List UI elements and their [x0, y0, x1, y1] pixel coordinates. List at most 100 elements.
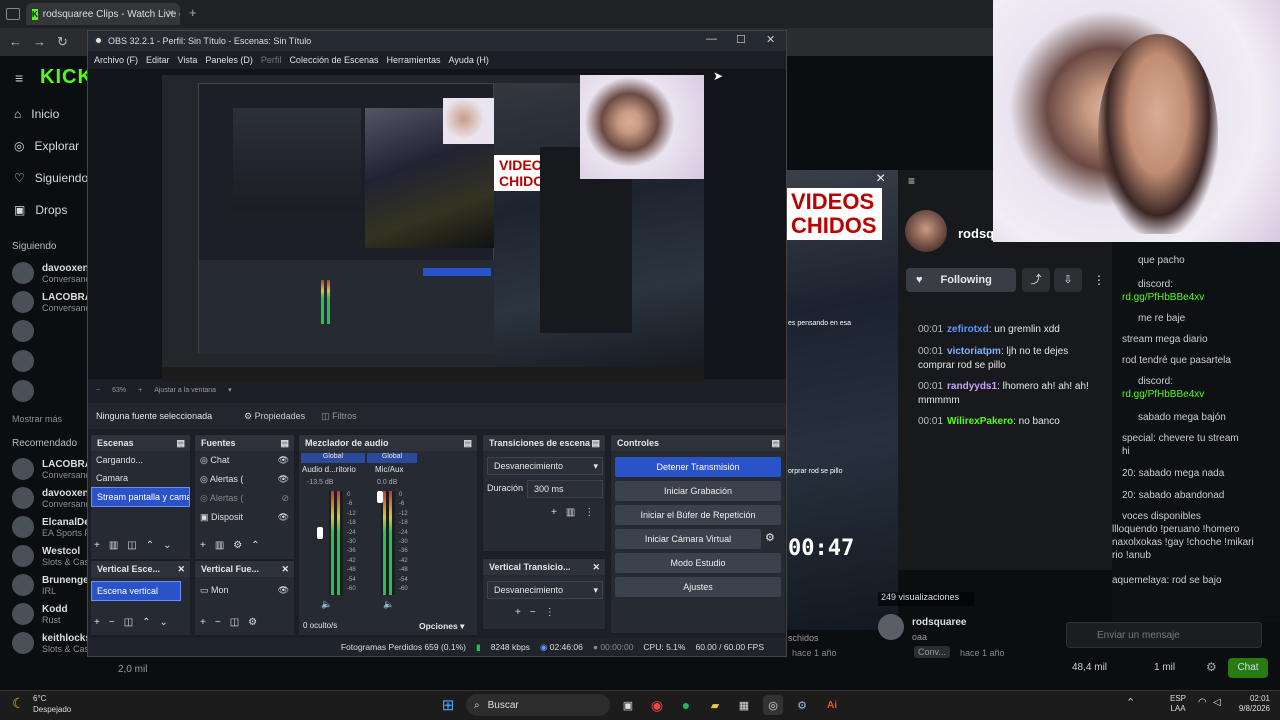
reload-icon[interactable]: ↻ [57, 34, 68, 50]
more-options-icon[interactable]: ⋮ [584, 507, 594, 518]
clip-tag[interactable]: Conv... [914, 646, 950, 658]
move-down-icon[interactable]: ⌄ [160, 617, 168, 628]
menu-editar[interactable]: Editar [146, 55, 170, 65]
scene-item[interactable]: Cargando... [91, 451, 190, 469]
illustrator-icon[interactable]: Ai [822, 695, 842, 715]
avatar[interactable] [878, 614, 904, 640]
following-button[interactable]: ♥ Following [906, 268, 1016, 292]
start-recording-button[interactable]: Iniciar Grabación [615, 481, 781, 501]
remove-icon[interactable]: − [109, 617, 115, 628]
gear-icon[interactable]: ⚙ [248, 617, 257, 628]
eye-icon[interactable]: 👁 [278, 585, 289, 596]
add-icon[interactable]: + [515, 607, 521, 618]
remove-icon[interactable]: − [215, 617, 221, 628]
dock-menu-icon[interactable]: ▤ [771, 438, 780, 449]
mixer-channel-desktop[interactable]: Audio d...ritorio [302, 465, 356, 474]
move-up-icon[interactable]: ⌃ [142, 617, 150, 628]
taskbar-search[interactable]: ⌕ Buscar [466, 694, 610, 716]
recommended-channel[interactable]: Kodd Rust [12, 603, 68, 625]
obs-taskbar-icon[interactable]: ◎ [763, 695, 783, 715]
new-tab-icon[interactable]: + [189, 5, 197, 20]
spotify-icon[interactable]: ● [676, 695, 696, 715]
zoom-out-icon[interactable]: − [96, 387, 100, 394]
eye-icon[interactable]: 👁 [278, 512, 289, 523]
recommended-channel[interactable]: davooxene Conversando [12, 487, 96, 509]
close-tab-icon[interactable]: × [167, 6, 174, 20]
chevron-down-icon[interactable]: ▾ [228, 386, 232, 394]
close-icon[interactable]: ✕ [177, 564, 185, 575]
forward-icon[interactable]: → [33, 34, 46, 49]
maximize-icon[interactable]: ☐ [736, 33, 746, 46]
add-icon[interactable]: + [200, 540, 206, 551]
recommended-channel[interactable]: Brunenger IRL [12, 574, 93, 596]
dock-menu-icon[interactable]: ▤ [591, 438, 600, 449]
collapse-chat-icon[interactable]: ≡ [908, 174, 915, 188]
move-down-icon[interactable]: ⌄ [163, 540, 171, 551]
avatar[interactable] [12, 320, 34, 342]
close-icon[interactable]: ✕ [281, 564, 289, 575]
close-icon[interactable]: ✕ [592, 562, 600, 573]
properties-button[interactable]: ⚙ Propiedades [244, 411, 305, 422]
language-indicator[interactable]: ESP LAA [1170, 694, 1186, 714]
zoom-in-icon[interactable]: + [138, 387, 142, 394]
show-more-link[interactable]: Mostrar más [12, 414, 62, 424]
gear-icon[interactable]: ⚙ [233, 540, 242, 551]
file-explorer-icon[interactable]: ▰ [705, 695, 725, 715]
menu-perfil[interactable]: Perfil [261, 55, 282, 65]
close-icon[interactable]: ✕ [766, 33, 775, 46]
dock-menu-icon[interactable]: ▤ [463, 438, 472, 449]
nav-explorar[interactable]: ◎ Explorar [14, 139, 79, 153]
volume-fader[interactable] [317, 527, 323, 539]
transition-select[interactable]: Desvanecimiento ▾ [487, 457, 603, 475]
filters-button[interactable]: ◫ Filtros [321, 411, 357, 422]
recommended-channel[interactable]: ElcanalDeJ EA Sports FC [12, 516, 97, 538]
tab-search-icon[interactable] [6, 8, 20, 20]
settings-button[interactable]: Ajustes [615, 577, 781, 597]
chat-input[interactable]: Enviar un mensaje [1066, 622, 1262, 648]
avatar[interactable] [12, 380, 34, 402]
menu-vista[interactable]: Vista [178, 55, 198, 65]
vertical-source-item[interactable]: ▭ Mon 👁 [195, 581, 294, 600]
weather-widget[interactable]: 6°C Despejado [33, 693, 71, 715]
obs-preview[interactable]: VIDEOS CHIDOS ➤ [88, 69, 786, 381]
nav-drops[interactable]: ▣ Drops [14, 203, 67, 217]
volume-fader[interactable] [377, 491, 383, 503]
download-icon[interactable]: ⇩ [1054, 268, 1082, 292]
virtual-camera-button[interactable]: Iniciar Cámara Virtual [615, 529, 761, 549]
menu-ayuda[interactable]: Ayuda (H) [449, 55, 489, 65]
trash-icon[interactable]: ▥ [109, 540, 118, 551]
more-options-icon[interactable]: ⋮ [1088, 268, 1110, 292]
nav-inicio[interactable]: ⌂ Inicio [14, 107, 59, 121]
store-icon[interactable]: ▦ [734, 695, 754, 715]
more-options-icon[interactable]: ⋮ [545, 607, 555, 618]
browser-tab[interactable]: K rodsquaree Clips - Watch Live o [26, 3, 180, 25]
mixer-options-button[interactable]: Opciones ▾ [419, 621, 464, 632]
start-icon[interactable]: ⊞ [438, 695, 458, 715]
clock[interactable]: 02:01 9/8/2026 [1230, 694, 1270, 714]
dock-menu-icon[interactable]: ▤ [176, 438, 185, 449]
eye-icon[interactable]: 👁 [278, 474, 289, 485]
menu-archivo[interactable]: Archivo (F) [94, 55, 138, 65]
avatar[interactable] [12, 350, 34, 372]
following-channel[interactable]: davooxene Conversando [12, 262, 96, 284]
speaker-icon[interactable]: 🔈 [383, 599, 394, 610]
scene-item-selected[interactable]: Stream pantalla y camara [91, 487, 190, 507]
dock-menu-icon[interactable]: ▤ [280, 438, 289, 449]
chat-send-button[interactable]: Chat [1228, 658, 1268, 678]
replay-buffer-button[interactable]: Iniciar el Búfer de Repetición [615, 505, 781, 525]
gear-icon[interactable]: ⚙ [765, 531, 775, 544]
source-item[interactable]: ◎ Chat 👁 [195, 451, 294, 470]
remove-icon[interactable]: − [530, 607, 536, 618]
stop-stream-button[interactable]: Detener Transmisión [615, 457, 781, 477]
gear-icon[interactable]: ⚙ [1206, 660, 1217, 674]
studio-mode-button[interactable]: Modo Estudio [615, 553, 781, 573]
fit-window-select[interactable]: Ajustar a la ventana [154, 387, 216, 394]
mixer-channel-mic[interactable]: Mic/Aux [375, 465, 403, 474]
back-icon[interactable]: ← [9, 34, 22, 49]
share-icon[interactable]: ⤴ [1022, 268, 1050, 292]
menu-paneles[interactable]: Paneles (D) [205, 55, 253, 65]
clip-author[interactable]: rodsquaree [912, 617, 966, 628]
filter-icon[interactable]: ◫ [230, 617, 239, 628]
chevron-up-icon[interactable]: ⌃ [1126, 696, 1135, 709]
add-icon[interactable]: + [94, 540, 100, 551]
